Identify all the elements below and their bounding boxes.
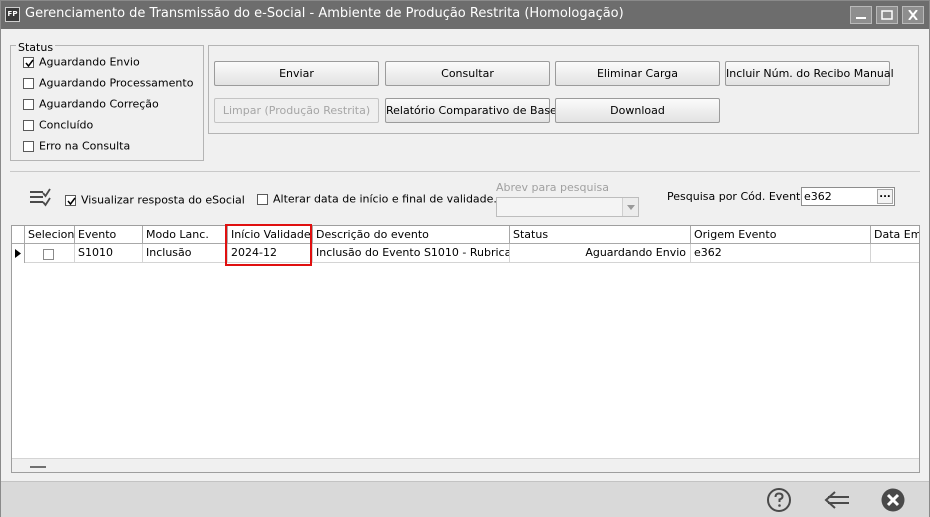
close-circle-icon[interactable]: [880, 487, 906, 513]
divider: [10, 171, 920, 172]
visualizar-resposta-option[interactable]: Visualizar resposta do eSocial: [65, 193, 245, 207]
download-button[interactable]: Download: [555, 98, 720, 123]
option-label: Alterar data de início e final de valida…: [273, 192, 497, 206]
search-label: Pesquisa por Cód. Evento:: [667, 190, 811, 203]
events-grid: Seleciona Evento Modo Lanc. Início Valid…: [11, 225, 920, 473]
cell-modo: Inclusão: [143, 244, 228, 263]
col-header-data-emis[interactable]: Data Emis: [871, 226, 919, 244]
col-header-descricao[interactable]: Descrição do evento: [313, 226, 510, 244]
cell-descricao: Inclusão do Evento S1010 - Rubrica : e36…: [313, 244, 510, 263]
row-indicator: [12, 244, 25, 263]
collapse-handle[interactable]: [30, 466, 46, 468]
search-lookup-button[interactable]: ...: [877, 189, 893, 204]
cell-status: Aguardando Envio: [510, 244, 691, 263]
checkbox[interactable]: [23, 140, 34, 152]
cell-seleciona[interactable]: [25, 244, 75, 263]
col-header-origem[interactable]: Origem Evento: [691, 226, 871, 244]
close-window-button[interactable]: [902, 6, 924, 24]
window-title: Gerenciamento de Transmissão do e-Social…: [25, 6, 624, 21]
bottom-toolbar: [1, 481, 929, 517]
maximize-icon: [881, 10, 893, 20]
col-header-inicio-validade[interactable]: Início Validade: [228, 226, 313, 244]
status-legend: Status: [16, 41, 56, 54]
status-option-concluido[interactable]: Concluído: [23, 118, 93, 134]
minimize-button[interactable]: [850, 6, 872, 24]
status-option-label: Concluído: [39, 118, 94, 132]
option-label: Visualizar resposta do eSocial: [81, 193, 245, 207]
col-header-modo[interactable]: Modo Lanc.: [143, 226, 228, 244]
col-header-status[interactable]: Status: [510, 226, 691, 244]
abrev-select[interactable]: [496, 197, 639, 217]
alterar-data-option[interactable]: Alterar data de início e final de valida…: [257, 192, 497, 206]
cell-evento: S1010: [75, 244, 143, 263]
checkbox[interactable]: [23, 119, 34, 131]
header-indicator: [12, 226, 25, 244]
checkmark-icon: [25, 59, 34, 67]
checklist-icon[interactable]: [29, 187, 51, 207]
main-window: FP Gerenciamento de Transmissão do e-Soc…: [0, 0, 930, 517]
checkbox[interactable]: [65, 194, 76, 206]
maximize-button[interactable]: [876, 6, 898, 24]
table-row[interactable]: S1010 Inclusão 2024-12 Inclusão do Event…: [12, 244, 919, 263]
status-option-aguardando-correcao[interactable]: Aguardando Correção: [23, 97, 159, 113]
app-icon: FP: [5, 7, 20, 22]
row-select-checkbox[interactable]: [43, 249, 54, 260]
status-option-label: Aguardando Processamento: [39, 76, 194, 90]
back-arrow-icon[interactable]: [823, 487, 851, 513]
help-icon[interactable]: [766, 487, 792, 513]
minimize-icon: [856, 17, 866, 19]
status-option-label: Erro na Consulta: [39, 139, 131, 153]
grid-header: Seleciona Evento Modo Lanc. Início Valid…: [12, 226, 919, 244]
title-bar[interactable]: FP Gerenciamento de Transmissão do e-Soc…: [1, 1, 929, 29]
close-icon: [908, 10, 918, 20]
cell-data-emis: [871, 244, 919, 263]
status-option-erro-consulta[interactable]: Erro na Consulta: [23, 139, 130, 155]
checkbox[interactable]: [23, 98, 34, 110]
limpar-button[interactable]: Limpar (Produção Restrita): [214, 98, 379, 123]
col-header-evento[interactable]: Evento: [75, 226, 143, 244]
incluir-recibo-button[interactable]: Incluir Núm. do Recibo Manual: [725, 61, 894, 86]
checkmark-icon: [67, 197, 76, 205]
abrev-label: Abrev para pesquisa: [496, 181, 610, 194]
checkbox[interactable]: [23, 56, 34, 68]
status-option-label: Aguardando Envio: [39, 55, 140, 69]
enviar-button[interactable]: Enviar: [214, 61, 379, 86]
relatorio-button[interactable]: Relatório Comparativo de Bases: [385, 98, 563, 123]
grid-footer: [12, 458, 919, 472]
consultar-button[interactable]: Consultar: [385, 61, 550, 86]
status-option-aguardando-envio[interactable]: Aguardando Envio: [23, 55, 140, 71]
cell-origem: e362: [691, 244, 871, 263]
abrev-dropdown-button[interactable]: [622, 198, 638, 216]
checkbox[interactable]: [257, 193, 268, 205]
row-pointer-icon: [15, 249, 21, 258]
chevron-down-icon: [627, 205, 635, 210]
checkbox[interactable]: [23, 77, 34, 89]
cell-inicio-validade[interactable]: 2024-12: [228, 244, 313, 263]
status-option-aguardando-processamento[interactable]: Aguardando Processamento: [23, 76, 193, 92]
eliminar-carga-button[interactable]: Eliminar Carga: [555, 61, 720, 86]
col-header-seleciona[interactable]: Seleciona: [25, 226, 75, 244]
status-option-label: Aguardando Correção: [39, 97, 159, 111]
